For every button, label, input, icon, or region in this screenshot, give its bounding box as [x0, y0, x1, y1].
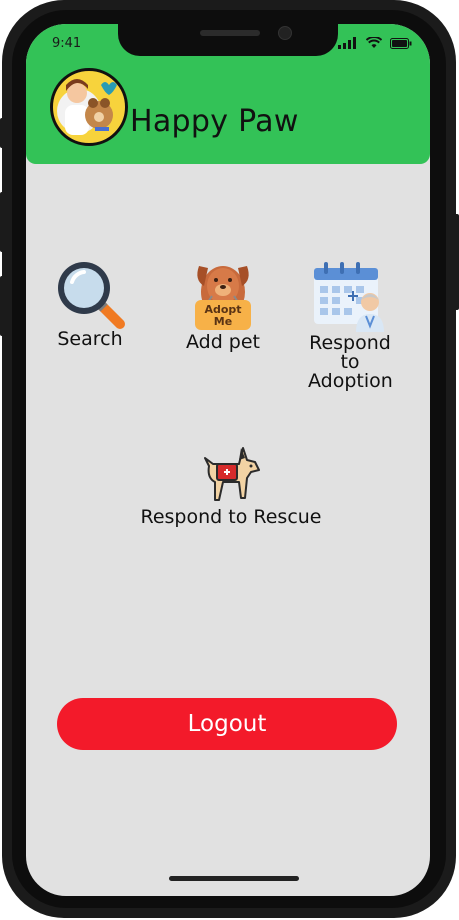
- add-pet-action[interactable]: Adopt Me Add pet: [180, 256, 266, 352]
- add-pet-label: Add pet: [185, 331, 261, 353]
- side-button-power: [453, 214, 459, 310]
- search-label: Search: [57, 328, 123, 350]
- respond-to-adoption-action[interactable]: Respond to Adoption: [298, 260, 402, 391]
- search-action[interactable]: Search: [48, 256, 132, 349]
- status-icons: [338, 37, 412, 49]
- app-header: 9:41 Happy Paw: [26, 24, 430, 164]
- respond-to-adoption-label: Respond to Adoption: [308, 332, 393, 392]
- side-button-volume-down: [0, 276, 6, 336]
- app-title: Happy Paw: [130, 104, 299, 139]
- adopt-me-dog-icon: Adopt Me: [195, 266, 251, 330]
- respond-to-rescue-label: Respond to Rescue: [140, 506, 322, 528]
- front-camera: [278, 26, 292, 40]
- logout-button[interactable]: Logout: [57, 698, 397, 750]
- respond-to-rescue-action[interactable]: Respond to Rescue: [138, 442, 324, 527]
- side-button-mute: [0, 118, 6, 148]
- status-time: 9:41: [52, 36, 82, 51]
- adopt-sign-text-2: Me: [214, 315, 232, 328]
- notch: [118, 24, 338, 56]
- home-indicator: [169, 876, 299, 881]
- rescue-dog-icon: [204, 447, 260, 501]
- magnifier-icon: [58, 262, 125, 329]
- signal-icon: [338, 37, 356, 49]
- wifi-icon: [366, 37, 382, 48]
- app-screen: 9:41 Happy Paw Search Adopt Me Add pet R…: [26, 24, 430, 896]
- calendar-vet-icon: [314, 262, 384, 332]
- battery-icon: [390, 37, 412, 49]
- side-button-volume-up: [0, 192, 6, 252]
- speaker: [200, 30, 260, 36]
- app-logo-avatar: [50, 68, 128, 146]
